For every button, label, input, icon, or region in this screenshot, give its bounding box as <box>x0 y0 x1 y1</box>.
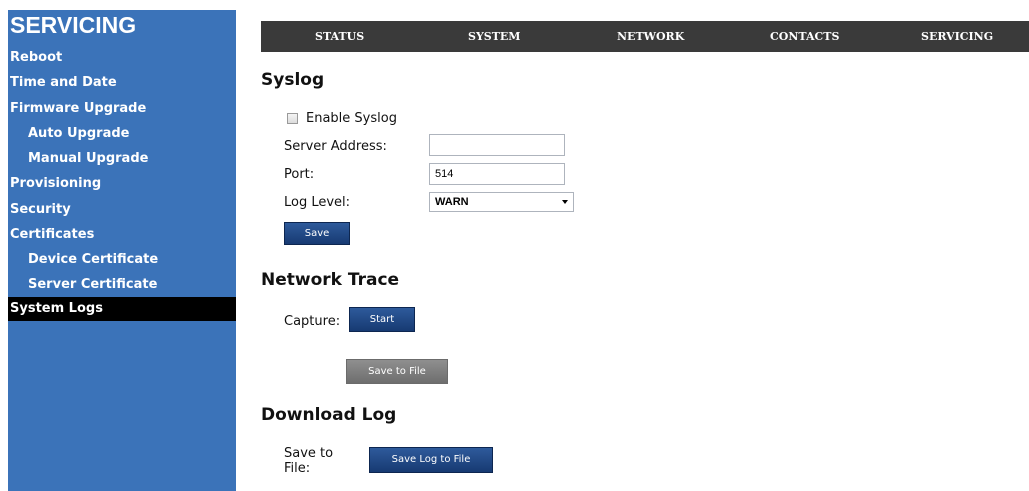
sidebar-item-certificates[interactable]: Certificates <box>8 223 236 247</box>
chevron-down-icon <box>562 200 568 204</box>
enable-syslog-label: Enable Syslog <box>306 111 397 126</box>
tab-contacts[interactable]: CONTACTS <box>770 21 839 52</box>
save-log-to-file-button[interactable]: Save Log to File <box>369 447 493 473</box>
top-navigation: STATUS SYSTEM NETWORK CONTACTS SERVICING <box>261 21 1029 52</box>
log-level-value: WARN <box>435 196 469 208</box>
sidebar-item-manual-upgrade[interactable]: Manual Upgrade <box>8 147 236 171</box>
sidebar-item-reboot[interactable]: Reboot <box>8 46 236 70</box>
sidebar-item-auto-upgrade[interactable]: Auto Upgrade <box>8 122 236 146</box>
start-capture-button[interactable]: Start <box>349 307 415 332</box>
sidebar-item-server-certificate[interactable]: Server Certificate <box>8 273 236 297</box>
sidebar-title: SERVICING <box>10 12 137 38</box>
enable-syslog-checkbox[interactable] <box>287 113 298 124</box>
tab-servicing[interactable]: SERVICING <box>921 21 993 52</box>
port-label: Port: <box>284 167 315 182</box>
sidebar-item-provisioning[interactable]: Provisioning <box>8 172 236 196</box>
sidebar-item-device-certificate[interactable]: Device Certificate <box>8 248 236 272</box>
sidebar: SERVICING Reboot Time and Date Firmware … <box>8 10 236 491</box>
capture-label: Capture: <box>284 314 341 329</box>
log-level-select[interactable]: WARN <box>429 192 574 212</box>
syslog-heading: Syslog <box>261 70 325 90</box>
network-trace-heading: Network Trace <box>261 270 400 290</box>
sidebar-item-security[interactable]: Security <box>8 198 236 222</box>
syslog-save-button[interactable]: Save <box>284 222 350 245</box>
save-to-file-label-line2: File: <box>284 461 311 476</box>
tab-network[interactable]: NETWORK <box>617 21 684 52</box>
server-address-input[interactable] <box>429 134 565 156</box>
tab-system[interactable]: SYSTEM <box>468 21 521 52</box>
sidebar-item-system-logs[interactable]: System Logs <box>8 297 236 321</box>
server-address-label: Server Address: <box>284 139 387 154</box>
sidebar-item-time-and-date[interactable]: Time and Date <box>8 71 236 95</box>
download-log-heading: Download Log <box>261 405 397 425</box>
log-level-label: Log Level: <box>284 195 351 210</box>
save-trace-to-file-button[interactable]: Save to File <box>346 359 448 384</box>
port-input[interactable]: 514 <box>429 163 565 185</box>
sidebar-item-firmware-upgrade[interactable]: Firmware Upgrade <box>8 97 236 121</box>
tab-status[interactable]: STATUS <box>315 21 364 52</box>
save-to-file-label-line1: Save to <box>284 446 334 461</box>
